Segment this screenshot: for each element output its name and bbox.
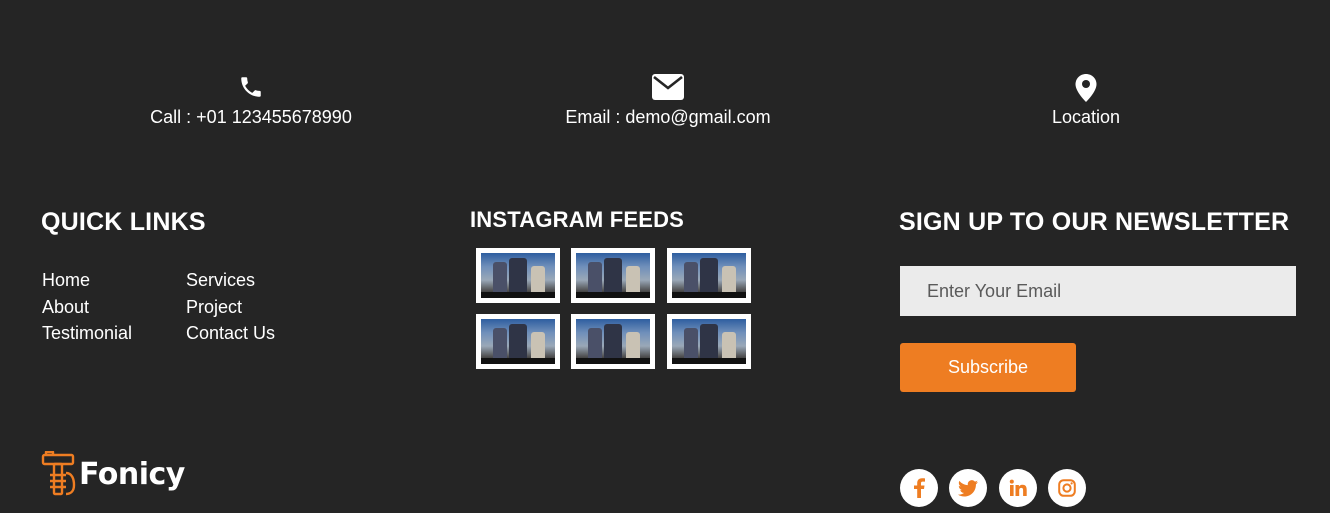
contact-email: Email : demo@gmail.com (518, 74, 818, 128)
link-about[interactable]: About (42, 294, 132, 321)
instagram-thumbnail[interactable] (571, 314, 655, 369)
instagram-thumbnail[interactable] (476, 314, 560, 369)
quick-links-title: QUICK LINKS (41, 208, 206, 236)
link-project[interactable]: Project (186, 294, 275, 321)
brand-logo[interactable]: Fonicy (41, 450, 185, 498)
map-pin-icon (936, 74, 1236, 102)
contact-location: Location (936, 74, 1236, 128)
instagram-thumbnail[interactable] (571, 248, 655, 303)
instagram-thumbnail[interactable] (667, 314, 751, 369)
linkedin-icon (1009, 479, 1027, 496)
quick-links-col-1: Home About Testimonial (42, 267, 132, 347)
contact-email-text: Email : demo@gmail.com (565, 107, 771, 127)
instagram-icon (1058, 479, 1076, 497)
instagram-button[interactable] (1048, 469, 1086, 507)
twitter-button[interactable] (949, 469, 987, 507)
newsletter-title: SIGN UP TO OUR NEWSLETTER (899, 208, 1290, 236)
twitter-icon (958, 479, 978, 496)
link-services[interactable]: Services (186, 267, 275, 294)
logo-text: Fonicy (79, 456, 185, 492)
quick-links-col-2: Services Project Contact Us (186, 267, 275, 347)
envelope-icon (518, 74, 818, 102)
phone-icon (101, 74, 401, 102)
contact-location-text: Location (1051, 107, 1121, 127)
link-testimonial[interactable]: Testimonial (42, 320, 132, 347)
subscribe-button[interactable]: Subscribe (900, 343, 1076, 392)
instagram-thumbnail[interactable] (476, 248, 560, 303)
facebook-icon (914, 478, 925, 498)
contact-phone-text: Call : +01 123455678990 (150, 107, 352, 127)
contact-phone: Call : +01 123455678990 (101, 74, 401, 128)
linkedin-button[interactable] (999, 469, 1037, 507)
instagram-feeds-title: INSTAGRAM FEEDS (470, 207, 685, 232)
hammer-logo-icon (41, 451, 76, 496)
instagram-thumbnail[interactable] (667, 248, 751, 303)
link-contact-us[interactable]: Contact Us (186, 320, 275, 347)
facebook-button[interactable] (900, 469, 938, 507)
link-home[interactable]: Home (42, 267, 132, 294)
newsletter-email-input[interactable] (900, 266, 1296, 316)
